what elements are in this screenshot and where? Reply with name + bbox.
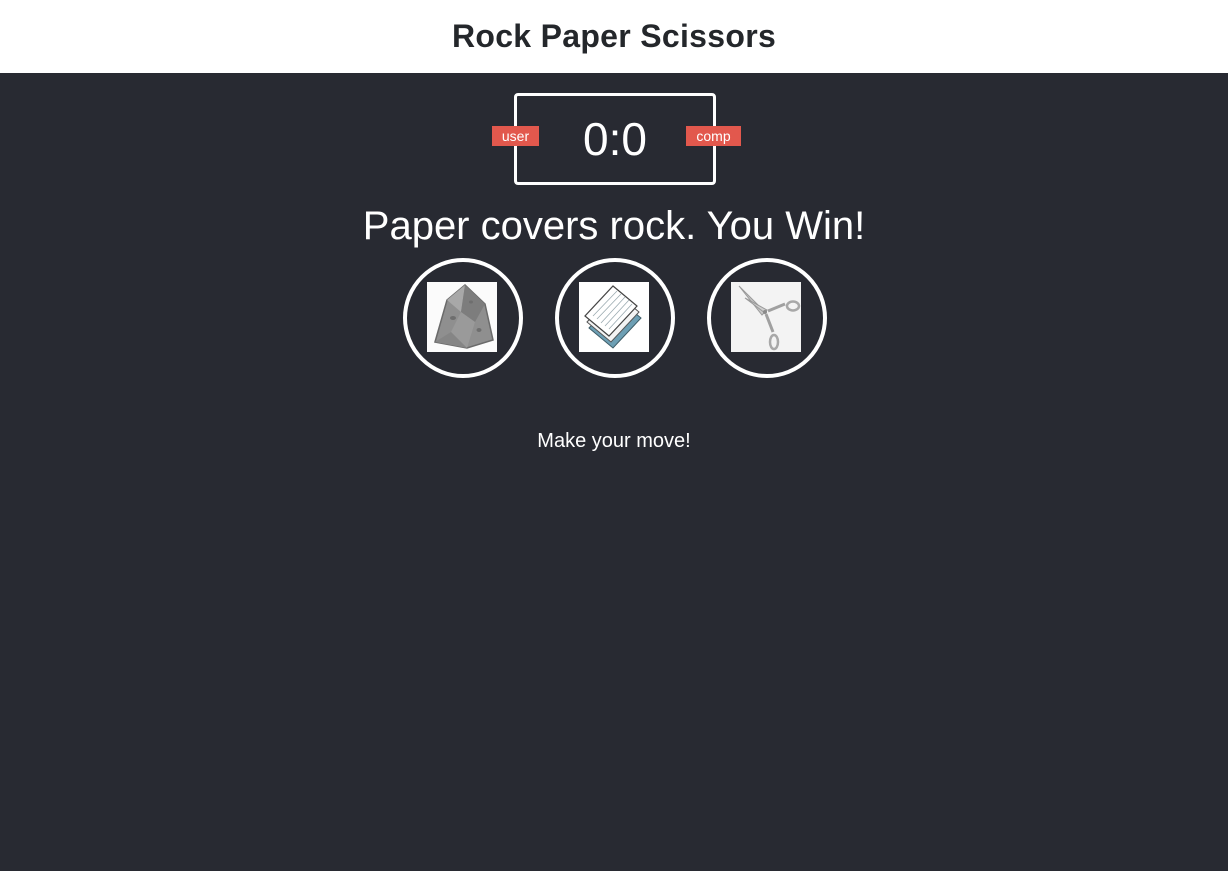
scissors-icon [731,282,801,352]
app-header: Rock Paper Scissors [0,0,1228,73]
game-area: 0:0 user comp Paper covers rock. You Win… [0,73,1228,871]
rock-choice-button[interactable] [403,258,523,378]
paper-choice-button[interactable] [555,258,675,378]
result-message: Paper covers rock. You Win! [362,204,866,248]
paper-icon [579,282,649,352]
scissors-choice-button[interactable] [707,258,827,378]
comp-badge: comp [686,126,741,146]
user-badge: user [492,126,539,146]
prompt-message: Make your move! [537,430,691,452]
score-display: 0:0 [583,113,647,165]
app-title: Rock Paper Scissors [451,18,777,54]
rock-icon [427,282,497,352]
